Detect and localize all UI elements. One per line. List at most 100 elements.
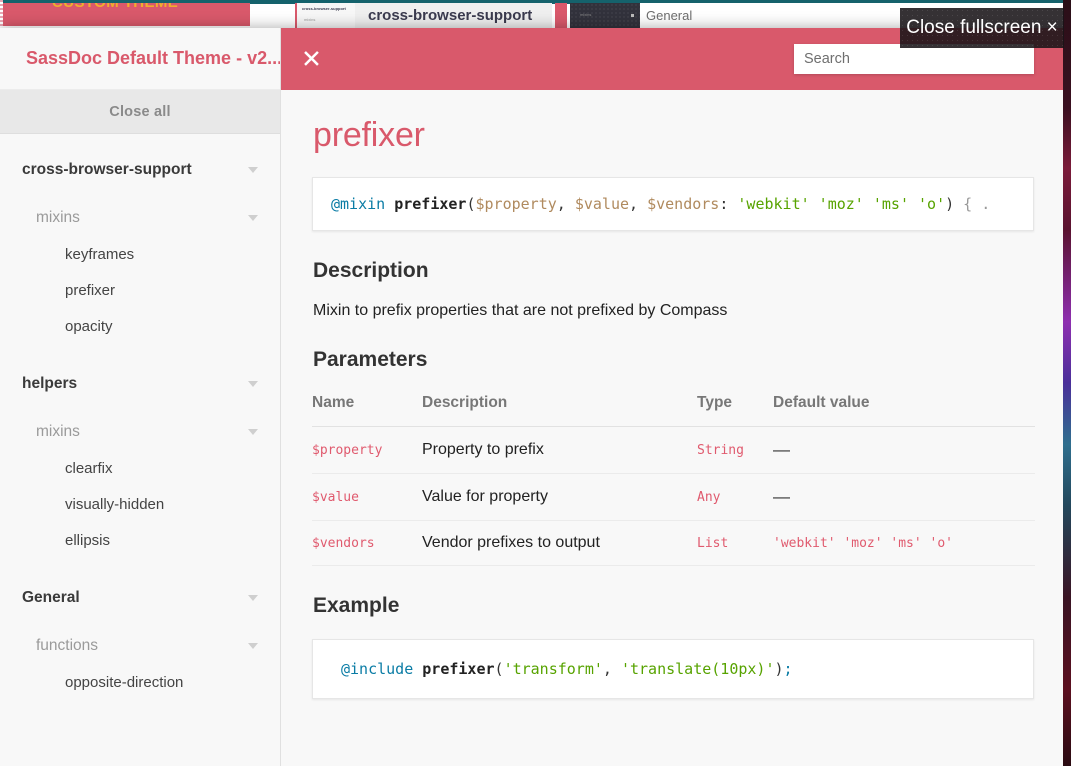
param-type: Any <box>697 473 773 521</box>
background-pink-divider <box>555 3 567 28</box>
signature-arg-property: $property <box>475 195 557 213</box>
signature-open-paren: ( <box>466 195 476 213</box>
main-content: prefixer @mixin prefixer($property, $val… <box>281 90 1064 699</box>
param-name: $value <box>312 473 422 521</box>
signature-arg-value: $value <box>574 195 630 213</box>
page-title: prefixer <box>313 116 425 154</box>
sidebar-item-clearfix[interactable]: clearfix <box>0 450 280 486</box>
signature-arg-vendors: $vendors <box>647 195 720 213</box>
signature-code-block: @mixin prefixer($property, $value, $vend… <box>312 177 1034 231</box>
close-icon[interactable]: ✕ <box>301 47 322 72</box>
example-semicolon: ; <box>783 660 793 678</box>
background-custom-theme-banner: CUSTOM THEME <box>0 3 250 26</box>
param-default: 'webkit' 'moz' 'ms' 'o' <box>773 520 1035 566</box>
sidebar-group-helpers[interactable]: helpers <box>0 366 280 402</box>
search-input[interactable] <box>794 44 1034 74</box>
sidebar-subgroup-label: mixins <box>36 209 80 226</box>
sidebar-brand-title: SassDoc Default Theme - v2... <box>26 48 280 68</box>
table-row: $property Property to prefix String — <box>312 426 1035 474</box>
sidebar-group-label: cross-browser-support <box>22 161 192 178</box>
example-function-name: prefixer <box>413 660 495 678</box>
sidebar-group-general[interactable]: General <box>0 580 280 616</box>
parameters-table-head: Name Description Type Default value <box>312 394 1035 427</box>
example-keyword: @include <box>341 660 414 678</box>
description-heading: Description <box>313 259 429 282</box>
sidebar-header: SassDoc Default Theme - v2... <box>0 28 280 90</box>
description-text: Mixin to prefix properties that are not … <box>313 302 728 319</box>
param-description: Vendor prefixes to output <box>422 520 697 566</box>
param-description: Property to prefix <box>422 426 697 474</box>
sidebar-item-ellipsis[interactable]: ellipsis <box>0 522 280 558</box>
param-description: Value for property <box>422 473 697 521</box>
sidebar-item-label: ellipsis <box>65 531 111 549</box>
sidebar-subgroup-label: functions <box>36 637 99 654</box>
example-arg-transform: 'transform' <box>503 660 603 678</box>
background-banner-label: CUSTOM THEME <box>52 3 250 11</box>
sidebar-item-opposite-direction[interactable]: opposite-direction <box>0 664 280 700</box>
chevron-down-icon[interactable] <box>248 167 258 173</box>
background-dark-tile-dot <box>631 14 634 17</box>
signature-default-values: 'webkit' 'moz' 'ms' 'o' <box>737 195 946 213</box>
signature-tail: { . <box>954 195 991 213</box>
sidebar-subgroup-mixins-helpers[interactable]: mixins <box>0 414 280 450</box>
close-all-label: Close all <box>109 103 171 120</box>
signature-colon: : <box>719 195 738 213</box>
example-arg-translate: 'translate(10px)' <box>620 660 775 678</box>
signature-close-paren: ) <box>945 195 955 213</box>
background-page-heading-label: cross-browser-support <box>368 7 533 24</box>
sidebar-item-label: prefixer <box>65 281 116 299</box>
sidebar-item-visually-hidden[interactable]: visually-hidden <box>0 486 280 522</box>
table-row: $vendors Vendor prefixes to output List … <box>312 520 1035 566</box>
param-name: $property <box>312 426 422 474</box>
close-fullscreen-tooltip-label: Close fullscreen × <box>906 17 1058 38</box>
chevron-down-icon[interactable] <box>248 595 258 601</box>
chevron-down-icon[interactable] <box>248 429 258 435</box>
close-fullscreen-tooltip[interactable]: Close fullscreen × <box>900 8 1064 48</box>
signature-separator: , <box>556 195 575 213</box>
parameters-heading: Parameters <box>313 348 428 371</box>
sidebar-group-label: helpers <box>22 375 78 392</box>
signature-function-name: prefixer <box>394 195 467 213</box>
column-header-default-value: Default value <box>773 394 1035 427</box>
parameters-table-body: $property Property to prefix String — $v… <box>312 426 1035 566</box>
sidebar-subgroup-functions[interactable]: functions <box>0 628 280 664</box>
chevron-down-icon[interactable] <box>248 215 258 221</box>
sidebar-item-opacity[interactable]: opacity <box>0 308 280 344</box>
chevron-down-icon[interactable] <box>248 381 258 387</box>
sidebar-subgroup-label: mixins <box>36 423 80 440</box>
sidebar-item-keyframes[interactable]: keyframes <box>0 236 280 272</box>
sidebar-item-label: keyframes <box>65 245 135 263</box>
example-open-paren: ( <box>494 660 504 678</box>
close-all-button[interactable]: Close all <box>0 90 280 134</box>
signature-separator: , <box>629 195 648 213</box>
chevron-down-icon[interactable] <box>248 643 258 649</box>
table-header-row: Name Description Type Default value <box>312 394 1035 427</box>
example-close-paren: ) <box>774 660 784 678</box>
sidebar-item-prefixer[interactable]: prefixer <box>0 272 280 308</box>
background-mini-card-title: cross-browser-support <box>302 6 346 11</box>
signature-keyword: @mixin <box>331 195 386 213</box>
sidebar-item-label: opposite-direction <box>65 673 184 691</box>
example-separator: , <box>602 660 621 678</box>
column-header-name: Name <box>312 394 422 427</box>
background-mini-card: cross-browser-support mixins <box>295 3 355 28</box>
column-header-description: Description <box>422 394 697 427</box>
example-code-block: @include prefixer('transform', 'translat… <box>312 639 1034 699</box>
background-right-gradient-strip <box>1063 0 1071 766</box>
sidebar-item-label: visually-hidden <box>65 495 165 513</box>
background-mini-card-sub: mixins <box>304 17 316 22</box>
background-page-heading: cross-browser-support <box>355 3 552 28</box>
sidebar-group-cross-browser-support[interactable]: cross-browser-support <box>0 152 280 188</box>
param-default: — <box>773 473 1035 521</box>
sidebar: SassDoc Default Theme - v2... Close all … <box>0 28 281 766</box>
sidebar-group-label: General <box>22 589 80 606</box>
sidebar-item-label: clearfix <box>65 459 113 477</box>
fullscreen-modal: SassDoc Default Theme - v2... Close all … <box>0 28 1064 766</box>
param-type: String <box>697 426 773 474</box>
sidebar-subgroup-mixins-cbs[interactable]: mixins <box>0 200 280 236</box>
column-header-type: Type <box>697 394 773 427</box>
